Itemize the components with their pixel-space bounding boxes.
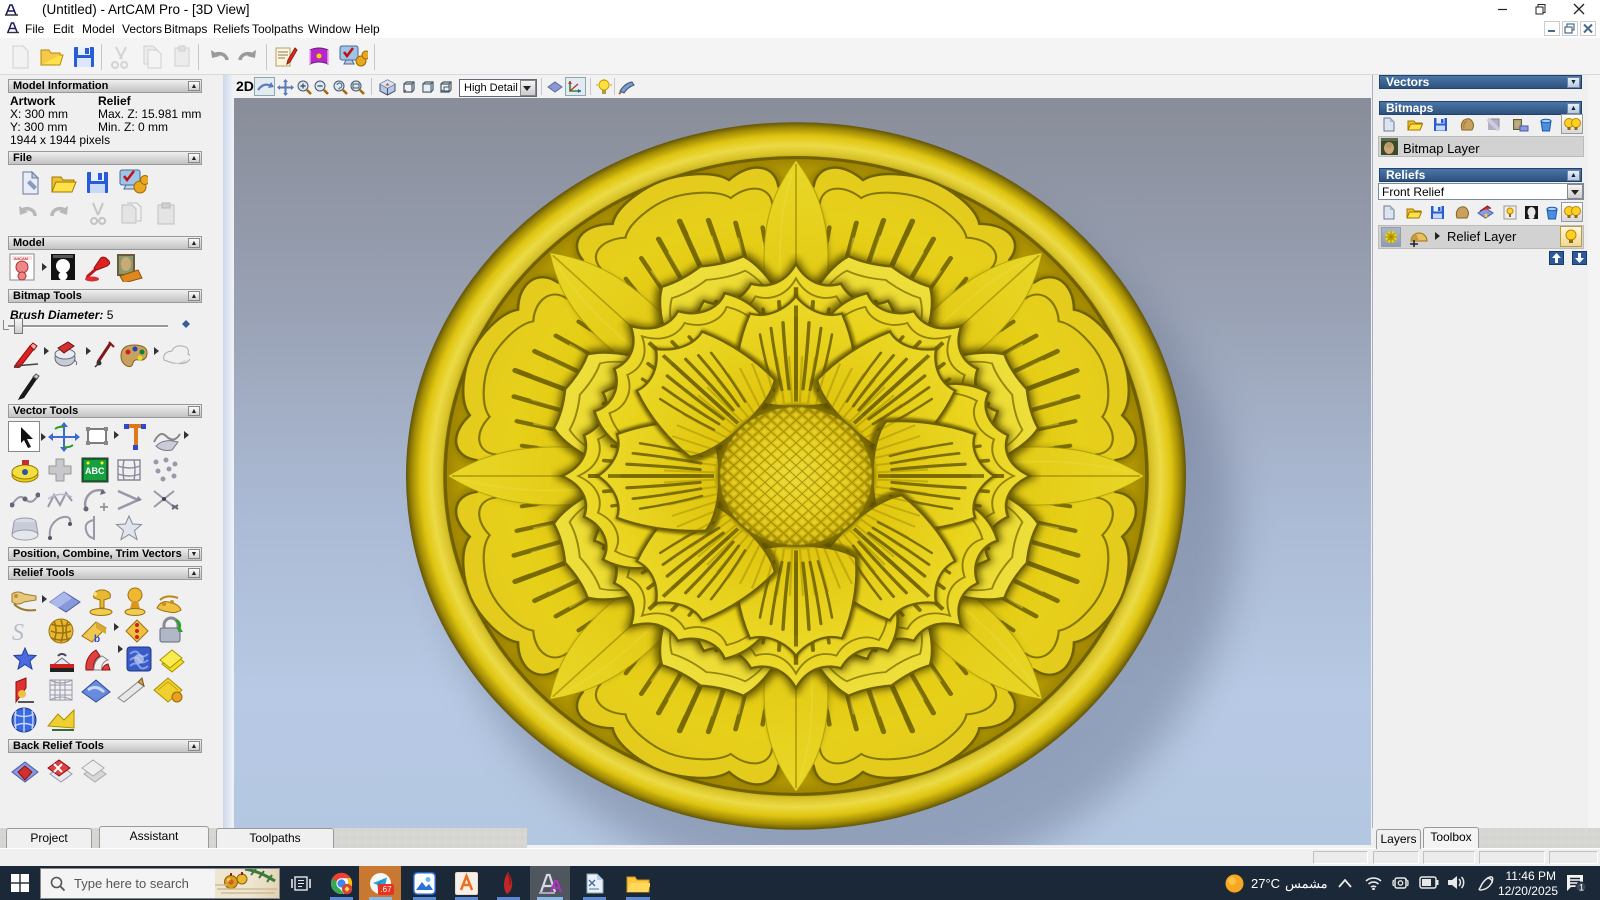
- svg-text:1: 1: [1579, 883, 1584, 893]
- svg-text:ABC: ABC: [85, 466, 105, 476]
- svg-text:ArtCAM: ArtCAM: [14, 256, 28, 261]
- svg-text:S: S: [12, 620, 24, 646]
- svg-text:b: b: [94, 634, 100, 645]
